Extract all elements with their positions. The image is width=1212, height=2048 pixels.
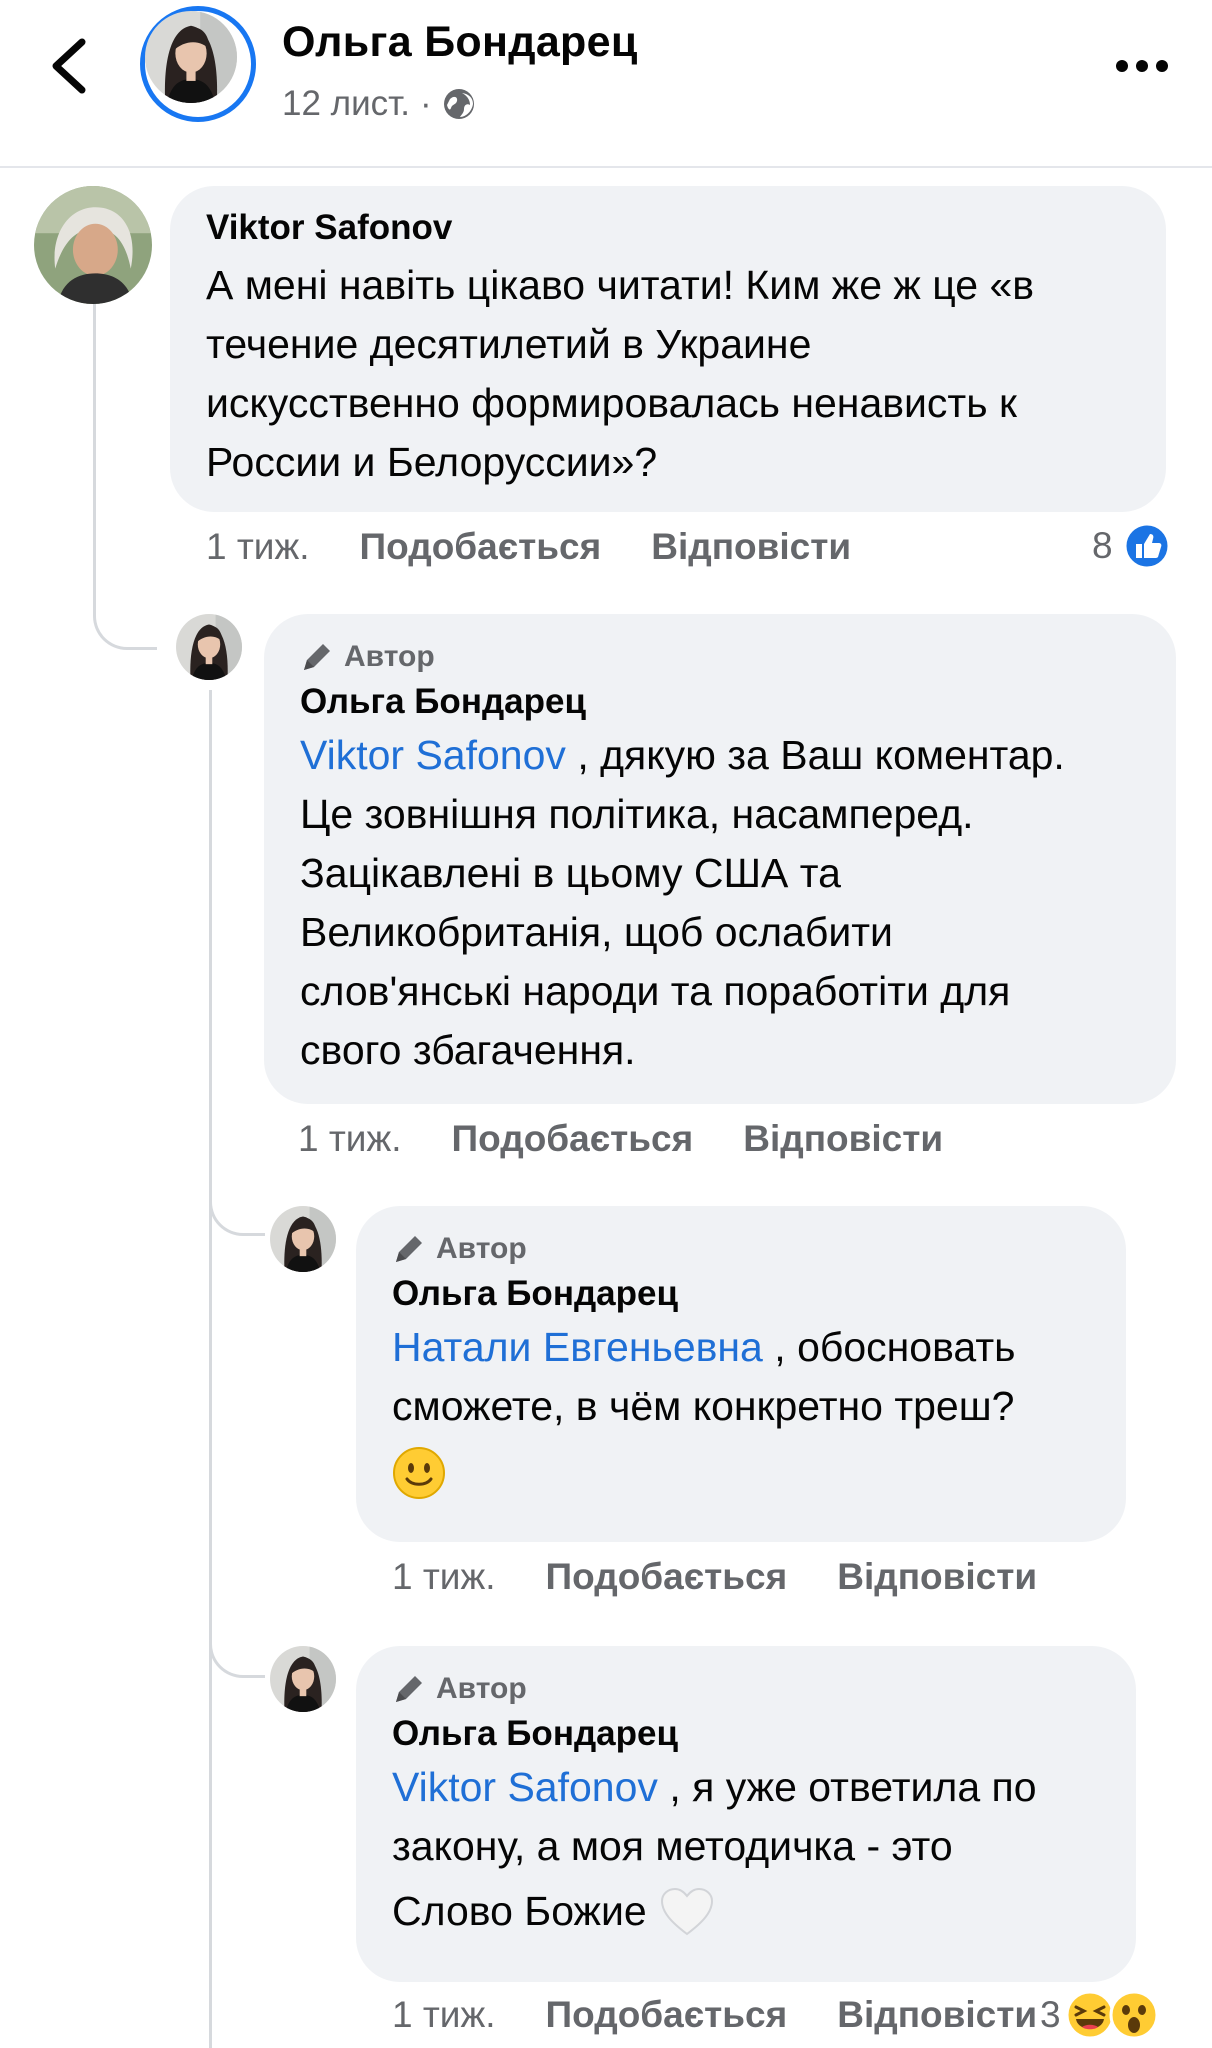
comment-text: Натали Евгеньевна , обосновать сможете, … xyxy=(392,1324,1016,1429)
header-divider xyxy=(0,166,1212,168)
globe-icon xyxy=(443,89,474,119)
pencil-icon xyxy=(396,1676,422,1702)
reaction-summary[interactable]: 8 xyxy=(1092,522,1171,570)
mention-link[interactable]: Viktor Safonov xyxy=(300,732,566,778)
author-name[interactable]: Ольга Бондарец xyxy=(282,18,638,67)
commenter-name[interactable]: Ольга Бондарец xyxy=(300,682,1140,722)
commenter-avatar[interactable] xyxy=(270,1646,336,1712)
reply-button[interactable]: Відповісти xyxy=(837,1556,1037,1598)
mention-link[interactable]: Viktor Safonov xyxy=(392,1764,658,1810)
comment-actions: 1 тиж. Подобається Відповісти xyxy=(392,1556,1087,1598)
comment-bubble: Автор Ольга Бондарец Viktor Safonov , дя… xyxy=(264,614,1176,1104)
commenter-avatar[interactable] xyxy=(176,614,242,680)
thread-connector xyxy=(209,1180,265,1236)
reply-button[interactable]: Відповісти xyxy=(651,526,851,568)
post-header: Ольга Бондарец 12 лист. · xyxy=(0,0,1212,166)
chevron-left-icon[interactable] xyxy=(44,36,94,96)
comment-actions: 1 тиж. Подобається Відповісти xyxy=(298,1118,993,1160)
comment-bubble: Автор Ольга Бондарец Натали Евгеньевна ,… xyxy=(356,1206,1126,1542)
like-button[interactable]: Подобається xyxy=(360,526,602,568)
comment-text: А мені навіть цікаво читати! Ким же ж це… xyxy=(206,262,1035,485)
author-badge: Автор xyxy=(392,1232,1090,1266)
like-button[interactable]: Подобається xyxy=(546,1994,788,2036)
comment-time[interactable]: 1 тиж. xyxy=(392,1994,496,2036)
author-badge: Автор xyxy=(300,640,1140,674)
commenter-avatar[interactable] xyxy=(34,186,152,304)
thread-line xyxy=(209,690,212,2048)
reply-button[interactable]: Відповісти xyxy=(743,1118,943,1160)
like-button[interactable]: Подобається xyxy=(452,1118,694,1160)
laughing-reaction-icon xyxy=(1065,1990,1115,2040)
like-reaction-icon xyxy=(1123,522,1171,570)
meta-separator: · xyxy=(420,84,432,123)
reaction-count: 3 xyxy=(1040,1994,1061,2035)
thread-line xyxy=(93,302,96,602)
mention-link[interactable]: Натали Евгеньевна xyxy=(392,1324,763,1370)
comment-time[interactable]: 1 тиж. xyxy=(206,526,310,568)
comment-text: Viktor Safonov , дякую за Ваш коментар. … xyxy=(300,732,1065,1073)
pencil-icon xyxy=(396,1236,422,1262)
wow-reaction-icon xyxy=(1109,1990,1159,2040)
comment-time[interactable]: 1 тиж. xyxy=(392,1556,496,1598)
commenter-name[interactable]: Viktor Safonov xyxy=(206,208,1130,248)
author-badge: Автор xyxy=(392,1672,1100,1706)
white-heart-icon xyxy=(660,1887,713,1935)
post-date[interactable]: 12 лист. xyxy=(282,84,410,124)
reply-button[interactable]: Відповісти xyxy=(837,1994,1037,2036)
pencil-icon xyxy=(304,644,330,670)
comment-bubble: Viktor Safonov А мені навіть цікаво чита… xyxy=(170,186,1166,512)
more-dots-icon[interactable] xyxy=(1112,48,1172,84)
thread-connector xyxy=(93,590,157,650)
commenter-name[interactable]: Ольга Бондарец xyxy=(392,1714,1100,1754)
commenter-name[interactable]: Ольга Бондарец xyxy=(392,1274,1090,1314)
thread-connector xyxy=(209,1622,265,1678)
comment-actions: 1 тиж. Подобається Відповісти xyxy=(392,1994,1037,2036)
comment-time[interactable]: 1 тиж. xyxy=(298,1118,402,1160)
post-meta: 12 лист. · xyxy=(282,84,476,124)
comment-bubble: Автор Ольга Бондарец Viktor Safonov , я … xyxy=(356,1646,1136,1982)
commenter-avatar[interactable] xyxy=(270,1206,336,1272)
like-button[interactable]: Подобається xyxy=(546,1556,788,1598)
reaction-count: 8 xyxy=(1092,525,1113,566)
slightly-smiling-face-icon xyxy=(393,1447,445,1499)
comment-text: Viktor Safonov , я уже ответила по закон… xyxy=(392,1758,1100,1941)
header-avatar[interactable] xyxy=(140,6,256,122)
reaction-summary[interactable]: 3 xyxy=(1040,1990,1159,2040)
comment-actions: 1 тиж. Подобається Відповісти xyxy=(206,526,901,568)
